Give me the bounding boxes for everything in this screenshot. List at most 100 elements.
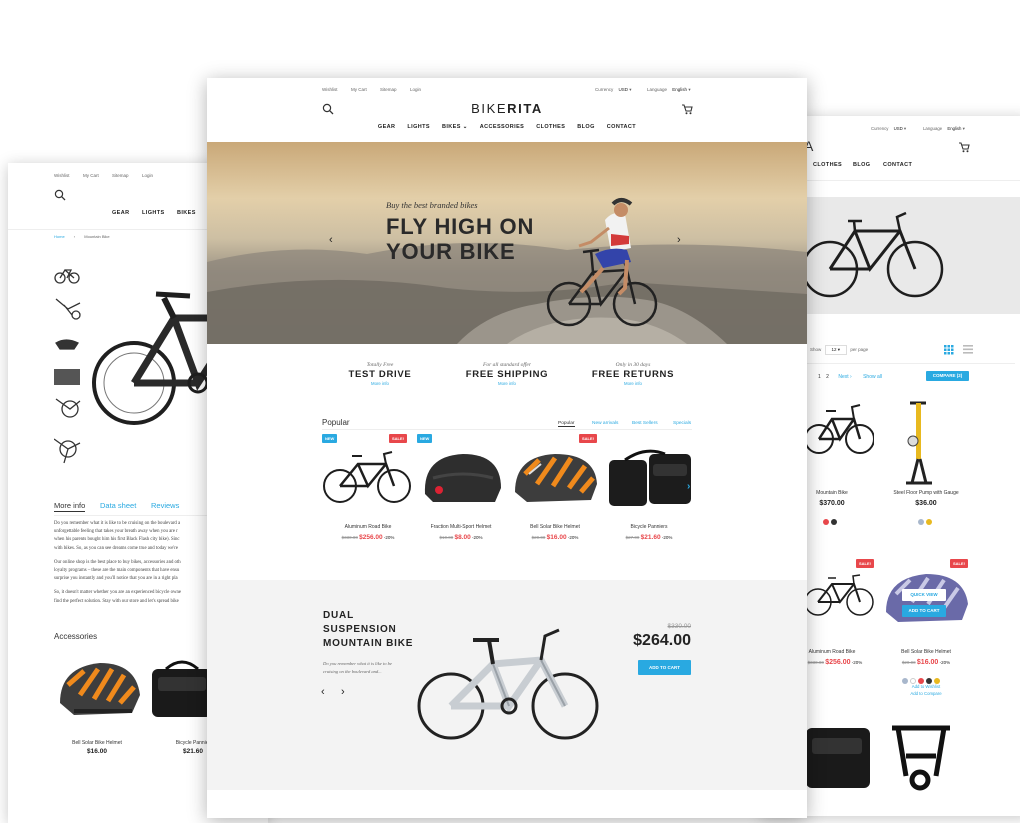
search-icon[interactable] — [54, 189, 66, 201]
discount: -20% — [661, 535, 673, 540]
product-name[interactable]: Bicycle Panniers — [601, 524, 697, 530]
nav-clothes[interactable]: CLOTHES — [536, 124, 565, 130]
page-2[interactable]: 2 — [826, 374, 829, 380]
product-image-panniers[interactable] — [605, 446, 695, 510]
product-name[interactable]: Bell Solar Bike Helmet — [880, 649, 972, 655]
product-name[interactable]: Aluminum Road Bike — [320, 524, 416, 530]
add-to-wishlist-link[interactable]: Add to Wishlist — [880, 684, 972, 689]
color-swatch[interactable] — [823, 519, 829, 525]
top-link-cart[interactable]: My Cart — [83, 173, 99, 178]
feature-small: Totally Free — [366, 362, 394, 368]
page-1[interactable]: 1 — [818, 374, 821, 380]
nav-bikes[interactable]: BIKES ⌄ — [442, 124, 468, 130]
top-link-wishlist[interactable]: Wishlist — [322, 87, 338, 92]
cart-icon[interactable] — [958, 141, 970, 153]
product-image-bell-helmet[interactable] — [511, 448, 601, 508]
discount: -20% — [939, 660, 951, 665]
breadcrumb-home[interactable]: Home — [54, 234, 65, 239]
tab-popular[interactable]: Popular — [558, 421, 575, 427]
language-value: English — [947, 126, 962, 131]
tab-best-sellers[interactable]: Best Sellers — [632, 421, 658, 426]
product-image-road-bike[interactable] — [804, 572, 874, 632]
add-to-compare-link[interactable]: Add to Compare — [880, 691, 972, 696]
promo-description-line: cruising on the boulevard and... — [323, 669, 382, 674]
feature-more-info-link[interactable]: More info — [447, 381, 567, 386]
tab-more-info[interactable]: More info — [54, 501, 86, 512]
nav-accessories[interactable]: ACCESSORIES — [480, 124, 524, 130]
color-swatch[interactable] — [926, 519, 932, 525]
language-selector[interactable]: Language English ▾ — [647, 87, 691, 93]
tab-specials[interactable]: Specials — [673, 421, 691, 426]
slider-prev-arrow[interactable]: ‹ — [329, 234, 333, 246]
tab-new-arrivals[interactable]: New arrivals — [592, 421, 618, 426]
quick-view-button[interactable]: QUICK VIEW — [902, 589, 946, 601]
nav-clothes[interactable]: CLOTHES — [813, 162, 842, 168]
currency-label: Currency — [871, 126, 889, 131]
view-toggle[interactable] — [944, 345, 974, 355]
top-link-login[interactable]: Login — [142, 173, 153, 178]
feature-more-info-link[interactable]: More info — [573, 381, 693, 386]
sale-badge: SALE! — [579, 434, 597, 443]
site-logo[interactable]: BIKERITA — [407, 101, 607, 116]
nav-lights[interactable]: LIGHTS — [407, 124, 430, 130]
nav-blog[interactable]: BLOG — [853, 162, 871, 168]
product-name[interactable]: Fraction Multi-Sport Helmet — [413, 524, 509, 530]
nav-bikes[interactable]: BIKES — [177, 210, 196, 216]
product-name[interactable]: Bell Solar Bike Helmet — [507, 524, 603, 530]
old-price: $27.00 — [625, 535, 640, 540]
product-image-floor-pump[interactable] — [904, 397, 934, 487]
thumbnail-images[interactable] — [54, 259, 82, 471]
top-link-sitemap[interactable]: Sitemap — [380, 87, 397, 92]
product-image-panniers[interactable] — [804, 718, 874, 798]
feature-small: Only in 30 days — [615, 362, 651, 368]
next-page[interactable]: Next › — [838, 374, 851, 380]
cart-icon[interactable] — [681, 103, 693, 115]
nav-gear[interactable]: GEAR — [378, 124, 396, 130]
nav-contact[interactable]: CONTACT — [883, 162, 912, 168]
promo-title-line: SUSPENSION — [323, 624, 397, 635]
product-image-rear-rack[interactable] — [886, 716, 956, 796]
carousel-next-arrow[interactable]: › — [687, 481, 690, 492]
accessory-name[interactable]: Bell Solar Bike Helmet — [54, 740, 140, 746]
top-link-wishlist[interactable]: Wishlist — [54, 173, 70, 178]
nav-blog[interactable]: BLOG — [577, 124, 595, 130]
accessory-helmet-image[interactable] — [54, 655, 144, 725]
color-swatch[interactable] — [918, 519, 924, 525]
product-name[interactable]: Steel Floor Pump with Gauge — [880, 490, 972, 496]
nav-gear[interactable]: GEAR — [112, 210, 130, 216]
slider-next-arrow[interactable]: › — [677, 234, 681, 246]
promo-bike-image[interactable] — [413, 622, 603, 742]
tab-reviews[interactable]: Reviews — [151, 501, 179, 510]
feature-more-info-link[interactable]: More info — [320, 381, 440, 386]
nav-contact[interactable]: CONTACT — [607, 124, 636, 130]
sale-badge: SALE! — [950, 559, 968, 568]
sale-price: $256.00 — [359, 534, 383, 541]
product-image-road-bike[interactable] — [322, 448, 412, 508]
promo-add-to-cart-button[interactable]: ADD TO CART — [638, 660, 691, 675]
product-image-mountain-bike[interactable] — [804, 399, 874, 459]
color-swatch[interactable] — [831, 519, 837, 525]
product-prices: $20.00 $16.00 -20% — [507, 534, 603, 541]
currency-value: USD — [893, 126, 903, 131]
nav-lights[interactable]: LIGHTS — [142, 210, 165, 216]
top-link-sitemap[interactable]: Sitemap — [112, 173, 129, 178]
currency-selector[interactable]: Currency USD ▾ — [871, 126, 906, 132]
promo-next-arrow[interactable]: › — [341, 686, 345, 698]
top-link-cart[interactable]: My Cart — [351, 87, 367, 92]
old-price: $20.00 — [531, 535, 546, 540]
tab-data-sheet[interactable]: Data sheet — [100, 501, 136, 510]
promo-prev-arrow[interactable]: ‹ — [321, 686, 325, 698]
language-selector[interactable]: Language English ▾ — [923, 126, 965, 132]
top-link-login[interactable]: Login — [410, 87, 421, 92]
product-image-sport-helmet[interactable] — [419, 448, 505, 508]
search-icon[interactable] — [322, 103, 334, 115]
add-to-cart-button[interactable]: ADD TO CART — [902, 605, 946, 617]
product-card-hover: QUICK VIEW ADD TO CART — [882, 568, 972, 628]
hero-title-line-1: FLY HIGH ON — [386, 214, 535, 239]
sale-badge: SALE! — [389, 434, 407, 443]
currency-selector[interactable]: Currency USD ▾ — [595, 87, 632, 93]
per-page-select[interactable]: 12 ▾ — [824, 345, 848, 355]
compare-button[interactable]: COMPARE (2) — [926, 371, 969, 381]
show-all-link[interactable]: Show all — [863, 374, 882, 380]
feature-free-shipping: For all standard offer FREE SHIPPING Mor… — [447, 362, 567, 386]
